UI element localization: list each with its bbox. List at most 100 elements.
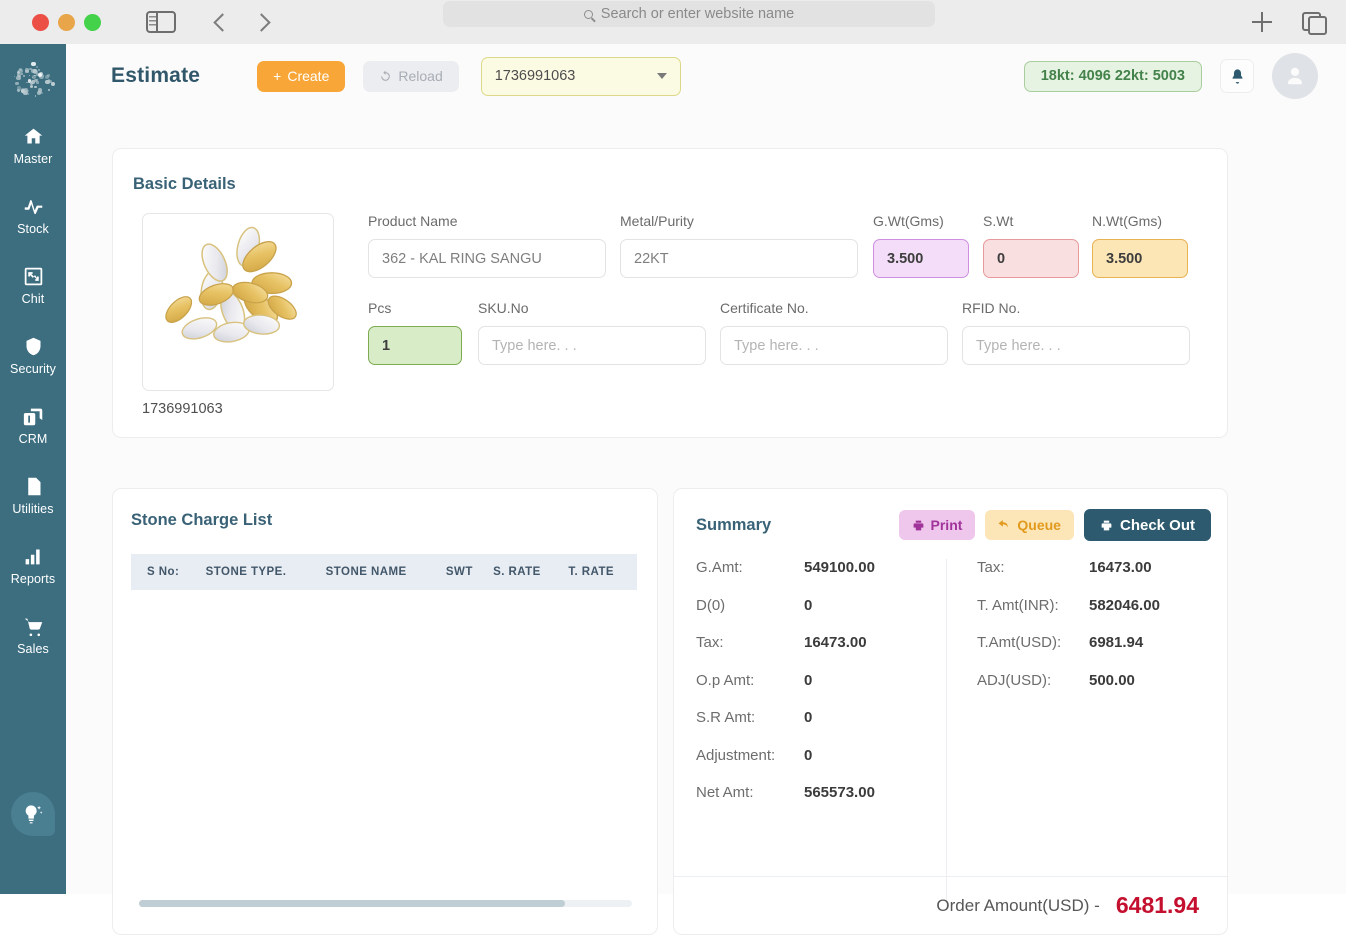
sidebar-item-chit[interactable]: Chit [0,256,66,315]
notifications-button[interactable] [1220,59,1254,93]
sidebar-item-reports[interactable]: Reports [0,536,66,595]
stone-charge-table-head: S No: STONE TYPE. STONE NAME SWT S. RATE… [131,554,637,590]
estimate-number-value: 1736991063 [494,68,576,84]
label-certificate-no: Certificate No. [720,300,809,316]
stone-table-hscrollbar[interactable] [139,900,632,907]
app-root: Master Stock Chit Security CRM Utilities… [0,44,1346,935]
input-rfid-no[interactable] [962,326,1190,365]
col-s-rate: S. RATE [493,566,541,578]
jewellery-illustration [165,226,297,343]
label-metal-purity: Metal/Purity [620,213,694,229]
summary-row-tax: Tax: 16473.00 [696,634,946,651]
lightbulb-icon [25,805,43,824]
summary-value-op-amt: 0 [804,671,813,689]
input-product-name[interactable] [368,239,606,278]
sidebar-item-security[interactable]: Security [0,326,66,385]
refresh-icon [381,70,391,81]
basic-details-card: Basic Details 1736991063 Product Name 36… [112,148,1228,438]
col-t-rate: T. RATE [568,566,615,578]
col-stone-name: STONE NAME [325,566,407,578]
summary-row-discount: D(0) 0 [696,597,946,614]
cards-icon [22,405,44,427]
window-controls [32,13,101,31]
pulse-icon [22,195,44,217]
summary-value-net-amt: 565573.00 [804,784,875,801]
sidebar-toggle-pane [148,13,158,31]
help-assistant-button[interactable] [11,792,55,836]
summary-key-op-amt: O.p Amt: [696,671,755,689]
summary-column-left: G.Amt: 549100.00 D(0) 0 Tax: 16473.00 O.… [674,559,946,909]
summary-value-tax-right: 16473.00 [1089,559,1152,576]
field-metal-purity: Metal/Purity [620,213,858,278]
stone-charge-list-card: Stone Charge List S No: STONE TYPE. STON… [112,488,658,935]
order-amount-value: 6481.94 [1115,892,1199,918]
sidebar-item-master[interactable]: Master [0,116,66,175]
summary-key-total-usd: T.Amt(USD): [977,634,1062,651]
field-net-weight: N.Wt(Gms) [1092,213,1188,278]
col-swt: SWT [445,566,473,578]
input-gross-weight[interactable] [873,239,969,278]
minimize-window-button[interactable] [58,13,75,31]
sidebar-label-master: Master [13,152,53,166]
input-sku-no[interactable] [478,326,706,365]
reload-button-label: Reload [398,68,443,84]
maximize-window-button[interactable] [84,13,101,31]
stone-table-hscroll-thumb[interactable] [139,900,565,907]
estimate-number-select[interactable]: 1736991063 [480,56,681,96]
undo-arrow-icon [998,519,1009,528]
sidebar-item-utilities[interactable]: Utilities [0,466,66,525]
basic-details-inner: Basic Details [113,149,1227,194]
input-net-weight[interactable] [1092,239,1188,278]
summary-value-tax: 16473.00 [804,634,867,651]
printer-icon [913,520,923,530]
summary-key-gamt: G.Amt: [696,559,743,576]
summary-key-total-inr: T. Amt(INR): [977,596,1059,614]
sidebar-label-sales: Sales [17,642,49,656]
summary-key-discount: D(0) [696,596,726,614]
col-s-no: S No: [147,566,180,578]
summary-value-total-inr: 582046.00 [1089,596,1160,614]
metal-rate-badge: 18kt: 4096 22kt: 5003 [1023,60,1202,92]
tabs-icon[interactable] [1302,12,1327,35]
stone-charge-list-title: Stone Charge List [131,511,273,529]
chevron-down-icon [656,73,667,79]
search-input[interactable]: Search or enter website name [443,1,935,27]
summary-key-adj-usd: ADJ(USD): [977,671,1052,689]
input-pcs[interactable] [368,326,462,365]
chevron-left-icon[interactable] [213,12,232,32]
close-window-button[interactable] [32,13,49,31]
input-metal-purity[interactable] [620,239,858,278]
sidebar-item-crm[interactable]: CRM [0,396,66,455]
summary-key-adjustment: Adjustment: [696,746,776,764]
avatar[interactable] [1272,53,1318,99]
header-actions: 18kt: 4096 22kt: 5003 [1023,53,1318,99]
sidebar-item-stock[interactable]: Stock [0,186,66,245]
sidebar-label-stock: Stock [17,222,49,236]
queue-button-label: Queue [1017,517,1061,533]
chevron-right-icon[interactable] [252,12,271,32]
summary-row-sr-amt: S.R Amt: 0 [696,709,946,726]
input-stone-weight[interactable] [983,239,1079,278]
label-net-weight: N.Wt(Gms) [1092,213,1162,229]
summary-row-adj-usd: ADJ(USD): 500.00 [977,672,1227,689]
form-row-1: Product Name Metal/Purity G.Wt(Gms) S.Wt… [368,213,1190,278]
queue-button[interactable]: Queue [985,510,1074,540]
label-pcs: Pcs [368,300,392,316]
basic-details-title: Basic Details [133,175,236,193]
reload-button[interactable]: Reload [363,60,459,92]
sidebar-item-sales[interactable]: Sales [0,606,66,665]
summary-value-sr-amt: 0 [804,709,813,726]
print-button[interactable]: Print [898,510,976,540]
input-certificate-no[interactable] [720,326,948,365]
plus-icon[interactable] [1252,12,1272,32]
sidebar-label-security: Security [10,362,56,376]
col-stone-type: STONE TYPE. [205,566,287,578]
summary-key-net-amt: Net Amt: [696,784,754,801]
sidebar-toggle-icon[interactable] [146,11,176,33]
browser-nav [213,12,271,32]
create-button[interactable]: + Create [257,60,346,92]
checkout-button[interactable]: Check Out [1083,509,1211,541]
browser-actions [1252,0,1327,44]
summary-key-tax-right: Tax: [977,559,1005,576]
shield-icon [22,335,44,357]
